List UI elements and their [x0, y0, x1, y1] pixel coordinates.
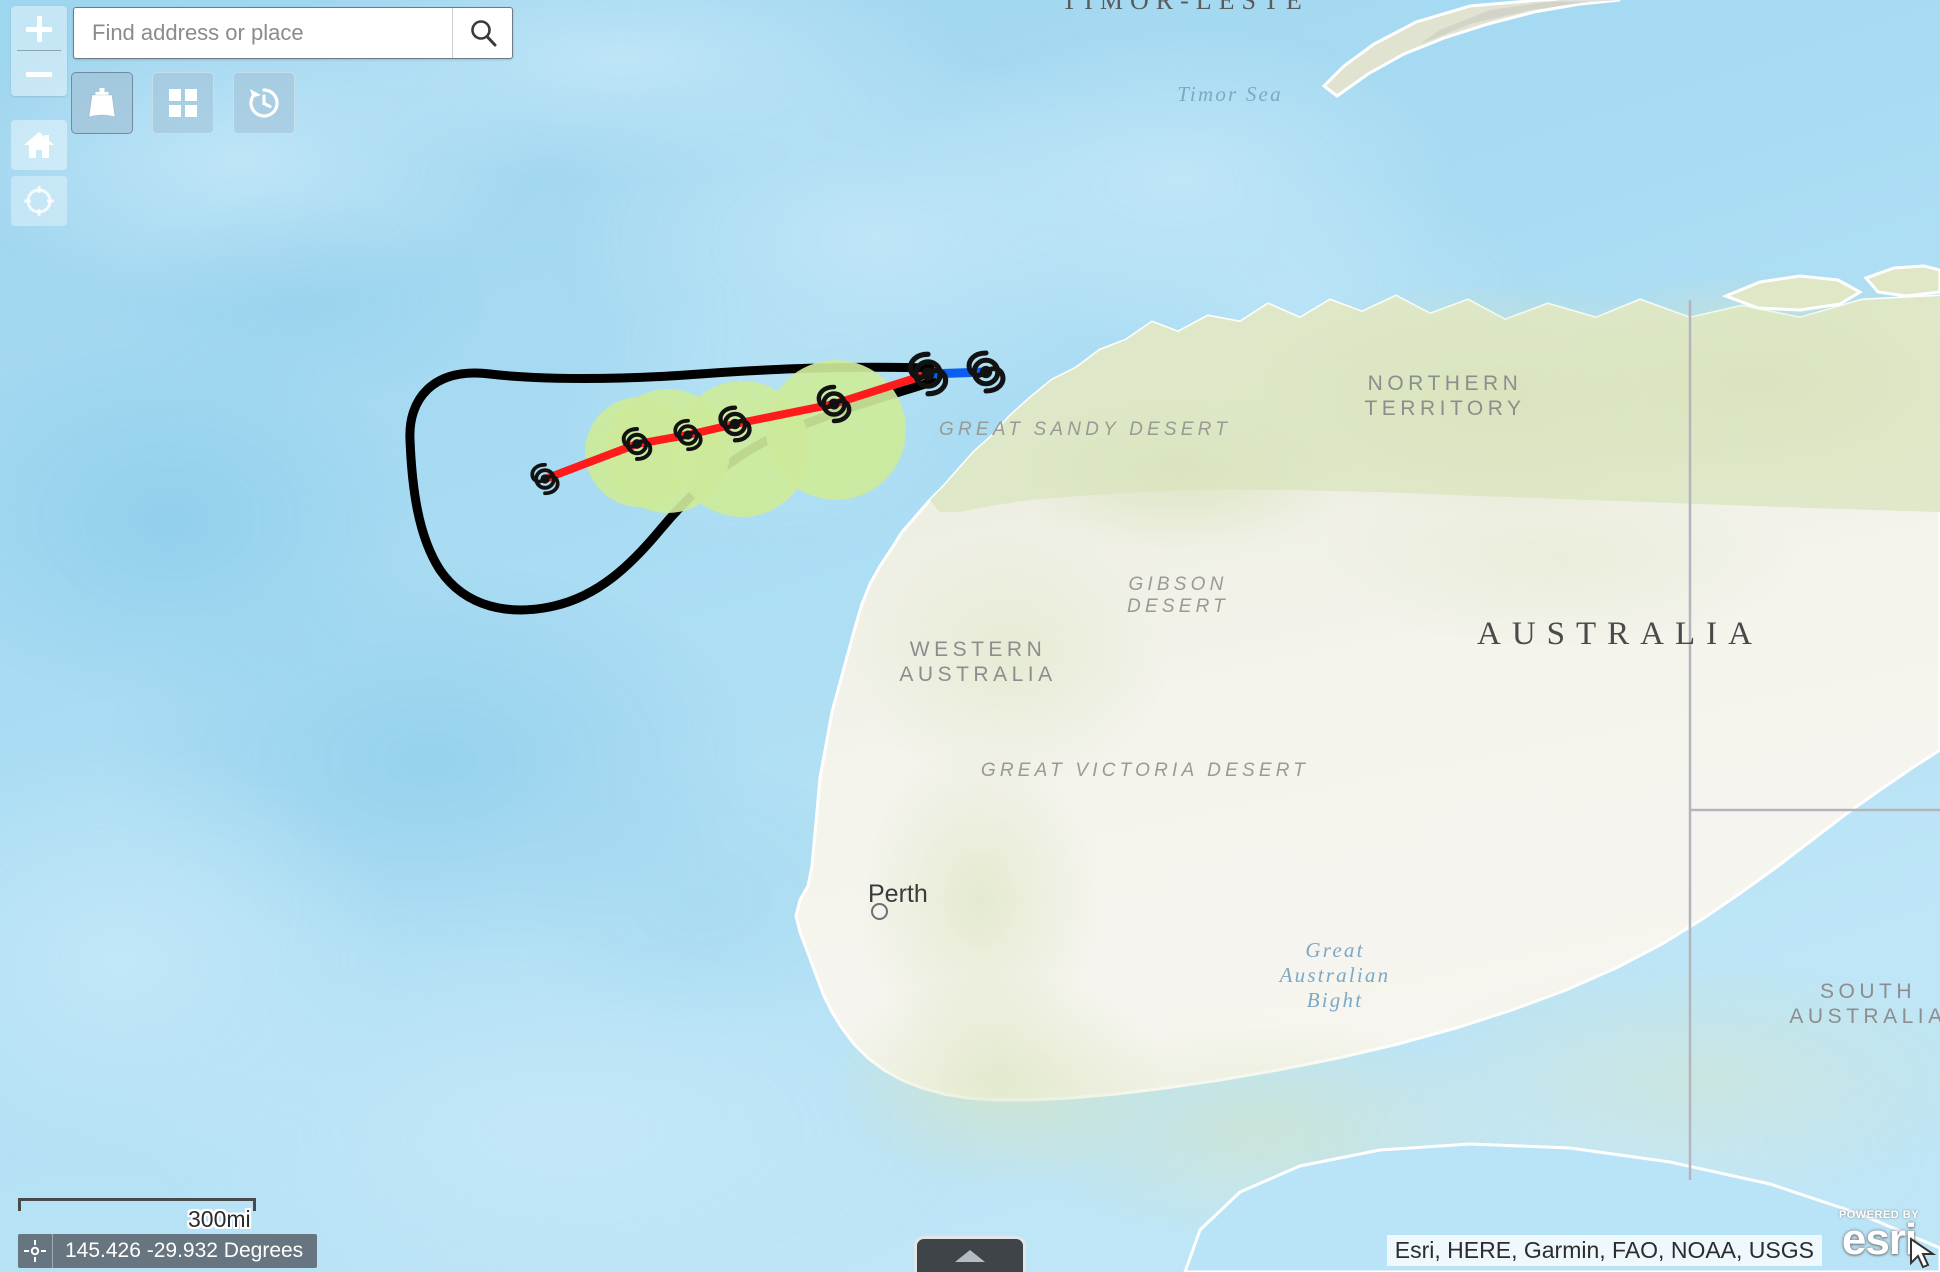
coordinates-readout: 145.426 -29.932 Degrees [65, 1239, 304, 1262]
search-input[interactable] [74, 8, 452, 58]
add-layer-icon [88, 88, 116, 118]
map-application: TIMOR-LESTE Timor Sea NORTHERN TERRITORY GR… [0, 0, 1940, 1272]
plus-icon [26, 15, 52, 42]
map-attribution[interactable]: Esri, HERE, Garmin, FAO, NOAA, USGS [1386, 1235, 1822, 1266]
minus-icon [26, 61, 52, 87]
time-history-button[interactable] [233, 72, 295, 134]
coordinates-widget[interactable]: 145.426 -29.932 Degrees [18, 1234, 318, 1268]
locate-icon [24, 186, 54, 216]
search-submit-button[interactable] [452, 8, 512, 58]
chevron-up-icon [955, 1250, 985, 1262]
map-canvas[interactable] [0, 0, 1940, 1272]
home-button[interactable] [11, 120, 67, 170]
scale-bar-label: 300mi [188, 1206, 251, 1232]
zoom-control-stack[interactable] [11, 6, 67, 96]
locate-button[interactable] [11, 176, 67, 226]
add-layer-button[interactable] [71, 72, 133, 134]
zoom-in-button[interactable] [11, 6, 67, 51]
search-box[interactable] [73, 7, 513, 59]
city-marker-perth[interactable] [871, 903, 888, 920]
zoom-out-button[interactable] [11, 51, 67, 96]
scale-bar: 300mi [18, 1198, 258, 1232]
history-clock-icon [249, 88, 279, 118]
crosshair-icon [18, 1234, 53, 1268]
basemap-gallery-button[interactable] [152, 72, 214, 134]
home-icon [24, 132, 54, 158]
basemap-gallery-icon [169, 89, 197, 117]
search-icon [470, 20, 496, 47]
bottom-panel-toggle[interactable] [914, 1236, 1026, 1272]
